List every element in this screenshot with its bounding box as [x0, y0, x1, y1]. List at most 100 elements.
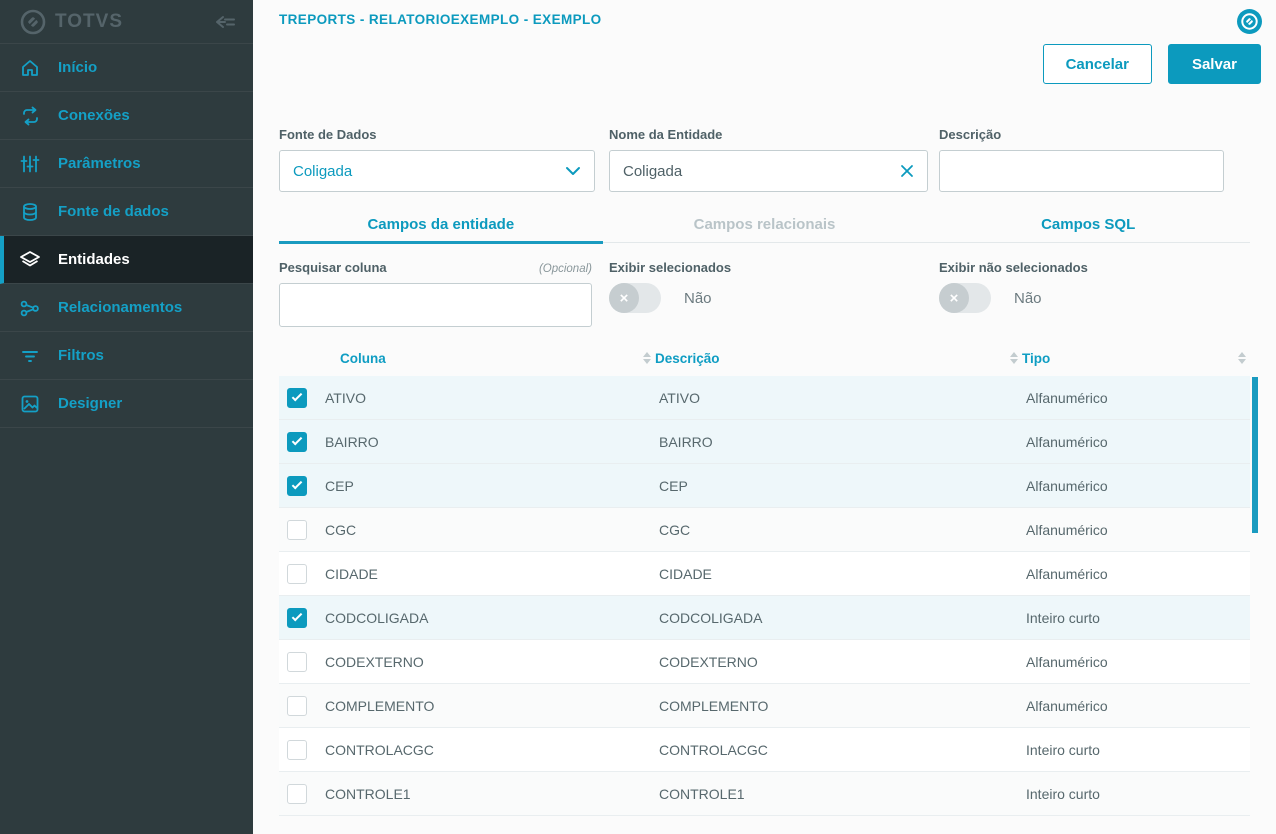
- tab-campos-relacionais[interactable]: Campos relacionais: [603, 210, 927, 242]
- app: TOTVS Início Conexões Parâmetros Fonte d…: [0, 0, 1276, 834]
- sidebar-item-fonte-de-dados[interactable]: Fonte de dados: [0, 188, 253, 236]
- cell-tipo: Alfanumérico: [1026, 697, 1108, 714]
- sidebar-item-entidades[interactable]: Entidades: [0, 236, 253, 284]
- row-checkbox[interactable]: [287, 651, 307, 672]
- sort-icon: [1238, 352, 1246, 364]
- table-row[interactable]: CODCOLIGADA CODCOLIGADA Inteiro curto: [279, 596, 1250, 640]
- sidebar-item-designer[interactable]: Designer: [0, 380, 253, 428]
- cancel-button[interactable]: Cancelar: [1042, 44, 1152, 84]
- page-title: TREPORTS - RELATORIOEXEMPLO - EXEMPLO: [279, 12, 602, 27]
- toggle-off-icon: ×: [609, 283, 639, 313]
- table-scrollbar-thumb[interactable]: [1252, 377, 1258, 533]
- nome-da-entidade-field: [609, 150, 928, 192]
- cell-descricao: CIDADE: [659, 565, 712, 582]
- show-selected-group: Exibir selecionados × Não: [609, 260, 939, 327]
- header-coluna[interactable]: Coluna: [279, 351, 659, 366]
- database-icon: [19, 201, 41, 223]
- cell-tipo: Alfanumérico: [1026, 433, 1108, 450]
- descricao-field: [939, 150, 1224, 192]
- tab-bar: Campos da entidade Campos relacionais Ca…: [279, 210, 1250, 244]
- descricao-input[interactable]: [953, 162, 1210, 180]
- table-row[interactable]: BAIRRO BAIRRO Alfanumérico: [279, 420, 1250, 464]
- row-checkbox[interactable]: [287, 739, 307, 760]
- field-nome-da-entidade: Nome da Entidade: [609, 127, 939, 192]
- row-checkbox[interactable]: [287, 563, 307, 584]
- search-column-field: [279, 283, 592, 327]
- cell-coluna: ATIVO: [325, 389, 366, 406]
- cell-coluna: CODCOLIGADA: [325, 609, 429, 626]
- table-row[interactable]: CONTROLE1 CONTROLE1 Inteiro curto: [279, 772, 1250, 816]
- toggle-label: Exibir não selecionados: [939, 260, 1088, 275]
- search-column-input[interactable]: [293, 296, 578, 314]
- sidebar-item-parametros[interactable]: Parâmetros: [0, 140, 253, 188]
- clear-icon[interactable]: [900, 164, 914, 178]
- sidebar-item-label: Relacionamentos: [58, 299, 183, 316]
- save-button[interactable]: Salvar: [1167, 44, 1261, 84]
- search-column-group: Pesquisar coluna (Opcional): [279, 260, 609, 327]
- cell-tipo: Inteiro curto: [1026, 741, 1100, 758]
- sidebar-item-label: Entidades: [58, 251, 130, 268]
- table-row[interactable]: CEP CEP Alfanumérico: [279, 464, 1250, 508]
- cell-descricao: ATIVO: [659, 389, 700, 406]
- totvs-badge-icon[interactable]: [1237, 9, 1262, 34]
- search-label: Pesquisar coluna: [279, 260, 387, 275]
- columns-table: Coluna Descrição Tipo ATIVO ATIVO Alfanu…: [279, 340, 1258, 816]
- table-row[interactable]: CGC CGC Alfanumérico: [279, 508, 1250, 552]
- chevron-down-icon: [565, 166, 581, 176]
- cell-coluna: CONTROLE1: [325, 785, 411, 802]
- sliders-icon: [19, 153, 41, 175]
- row-checkbox[interactable]: [287, 387, 307, 408]
- topbar: TREPORTS - RELATORIOEXEMPLO - EXEMPLO: [253, 0, 1276, 34]
- row-checkbox[interactable]: [287, 519, 307, 540]
- layers-icon: [19, 249, 41, 271]
- cell-tipo: Inteiro curto: [1026, 785, 1100, 802]
- cell-tipo: Inteiro curto: [1026, 609, 1100, 626]
- check-icon: [291, 610, 303, 622]
- cell-tipo: Alfanumérico: [1026, 565, 1108, 582]
- cell-descricao: BAIRRO: [659, 433, 713, 450]
- row-checkbox[interactable]: [287, 431, 307, 452]
- field-label: Fonte de Dados: [279, 127, 377, 142]
- row-checkbox[interactable]: [287, 783, 307, 804]
- sidebar-item-filtros[interactable]: Filtros: [0, 332, 253, 380]
- show-selected-toggle[interactable]: ×: [609, 283, 661, 313]
- sidebar-item-relacionamentos[interactable]: Relacionamentos: [0, 284, 253, 332]
- cell-coluna: CGC: [325, 521, 357, 538]
- toggle-value: Não: [684, 289, 712, 307]
- table-row[interactable]: CIDADE CIDADE Alfanumérico: [279, 552, 1250, 596]
- cell-coluna: CIDADE: [325, 565, 378, 582]
- cell-descricao: CGC: [659, 521, 691, 538]
- tab-campos-sql[interactable]: Campos SQL: [926, 210, 1250, 242]
- totvs-logo-icon: [20, 9, 46, 34]
- row-checkbox[interactable]: [287, 475, 307, 496]
- filter-icon: [19, 345, 41, 367]
- row-checkbox[interactable]: [287, 695, 307, 716]
- totvs-logo: TOTVS: [20, 9, 123, 35]
- tab-campos-da-entidade[interactable]: Campos da entidade: [279, 210, 603, 244]
- sidebar-item-inicio[interactable]: Início: [0, 44, 253, 92]
- row-checkbox[interactable]: [287, 607, 307, 628]
- collapse-sidebar-icon[interactable]: [213, 12, 237, 32]
- header-tipo[interactable]: Tipo: [1010, 351, 1250, 366]
- action-bar: Cancelar Salvar: [253, 34, 1276, 84]
- fonte-de-dados-select[interactable]: Coligada: [279, 150, 595, 192]
- sidebar-item-conexoes[interactable]: Conexões: [0, 92, 253, 140]
- header-descricao[interactable]: Descrição: [643, 351, 1026, 366]
- cell-tipo: Alfanumérico: [1026, 389, 1108, 406]
- table-row[interactable]: ATIVO ATIVO Alfanumérico: [279, 376, 1250, 420]
- table-row[interactable]: CONTROLACGC CONTROLACGC Inteiro curto: [279, 728, 1250, 772]
- cell-descricao: CONTROLE1: [659, 785, 745, 802]
- sort-icon: [643, 352, 651, 364]
- toggle-value: Não: [1014, 289, 1042, 307]
- nome-da-entidade-input[interactable]: [623, 162, 900, 180]
- show-unselected-toggle[interactable]: ×: [939, 283, 991, 313]
- cell-tipo: Alfanumérico: [1026, 477, 1108, 494]
- sidebar: TOTVS Início Conexões Parâmetros Fonte d…: [0, 0, 253, 834]
- cell-descricao: CODCOLIGADA: [659, 609, 763, 626]
- sidebar-item-label: Fonte de dados: [58, 203, 169, 220]
- cell-coluna: CONTROLACGC: [325, 741, 434, 758]
- cell-tipo: Alfanumérico: [1026, 521, 1108, 538]
- totvs-logo-text: TOTVS: [55, 10, 123, 32]
- table-row[interactable]: CODEXTERNO CODEXTERNO Alfanumérico: [279, 640, 1250, 684]
- table-row[interactable]: COMPLEMENTO COMPLEMENTO Alfanumérico: [279, 684, 1250, 728]
